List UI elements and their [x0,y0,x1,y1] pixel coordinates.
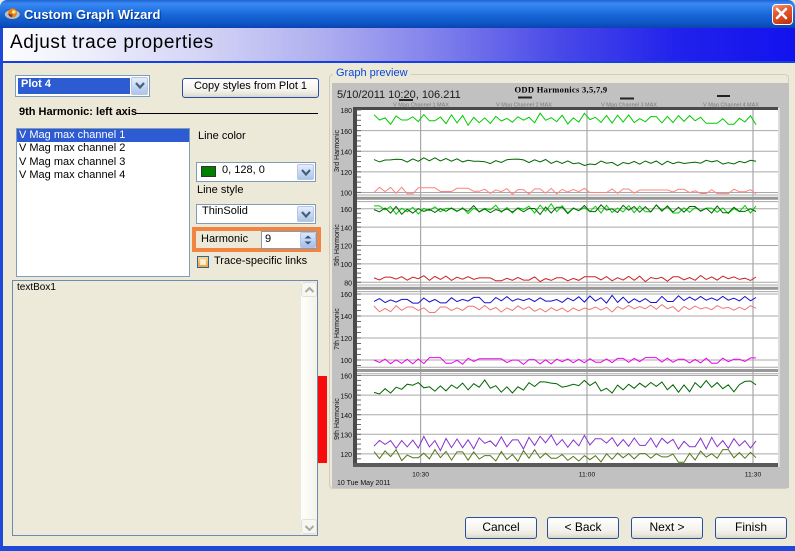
svg-text:V Mag Channel 2 MAX: V Mag Channel 2 MAX [496,103,552,109]
svg-text:V Mag Channel 4 MAX: V Mag Channel 4 MAX [703,103,759,109]
svg-text:7th Harmonic: 7th Harmonic [334,308,341,350]
svg-text:3rd Harmonic: 3rd Harmonic [334,129,341,172]
svg-text:180: 180 [340,108,352,115]
svg-text:11:30: 11:30 [745,472,762,479]
svg-text:120: 120 [340,336,352,343]
svg-text:160: 160 [340,292,352,299]
svg-text:80: 80 [344,281,352,288]
svg-text:5/10/2011 10:20, 106.211: 5/10/2011 10:20, 106.211 [337,89,461,101]
svg-text:120: 120 [340,244,352,251]
svg-text:9th Harmonic: 9th Harmonic [334,398,341,440]
svg-text:130: 130 [340,433,352,440]
svg-text:140: 140 [340,413,352,420]
svg-text:V Mag Channel 3 MAX: V Mag Channel 3 MAX [601,103,657,109]
svg-text:5th Harmonic: 5th Harmonic [334,224,341,266]
svg-text:120: 120 [340,452,352,459]
svg-text:ODD Harmonics 3,5,7,9: ODD Harmonics 3,5,7,9 [515,85,608,95]
svg-text:100: 100 [340,191,352,198]
svg-text:140: 140 [340,225,352,232]
svg-text:160: 160 [340,374,352,381]
svg-text:11:00: 11:00 [579,472,596,479]
svg-text:140: 140 [340,314,352,321]
svg-text:160: 160 [340,129,352,136]
svg-text:10 Tue May 2011: 10 Tue May 2011 [337,480,391,487]
svg-text:10:30: 10:30 [412,472,429,479]
svg-text:140: 140 [340,150,352,157]
svg-text:150: 150 [340,393,352,400]
svg-text:160: 160 [340,207,352,214]
svg-text:V Mag Channel 1 MAX: V Mag Channel 1 MAX [393,103,449,109]
svg-text:100: 100 [340,262,352,269]
svg-text:100: 100 [340,358,352,365]
svg-text:120: 120 [340,170,352,177]
